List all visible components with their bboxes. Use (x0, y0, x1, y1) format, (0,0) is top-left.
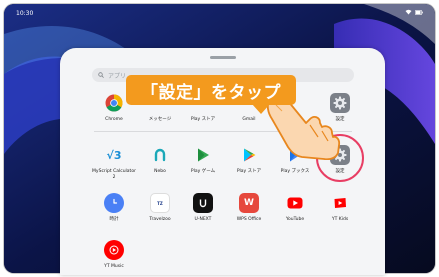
youtube-icon (285, 193, 305, 213)
app-youtube[interactable]: YouTube (272, 193, 318, 223)
app-label: メッセージ (148, 117, 172, 122)
app-yt-kids[interactable]: YT Kids (317, 193, 363, 223)
app-label: YT Music (104, 264, 124, 269)
status-bar: 10:30 (4, 4, 435, 22)
app-play-games[interactable]: Play ゲーム (180, 145, 226, 175)
app-unext[interactable]: U-NEXT (180, 193, 226, 223)
app-label: Play ゲーム (190, 169, 216, 174)
chrome-icon (104, 93, 124, 113)
wifi-icon (405, 9, 412, 15)
app-label: WPS Office (236, 217, 262, 222)
wps-office-icon: W (239, 193, 259, 213)
status-time: 10:30 (16, 10, 34, 17)
drawer-handle[interactable] (210, 56, 236, 59)
play-games-icon (193, 145, 213, 165)
app-myscript-calculator[interactable]: √3 MyScript Calculator 2 (91, 145, 137, 180)
search-icon (98, 72, 104, 78)
app-label: Nebo (154, 169, 166, 174)
app-label: YouTube (285, 217, 305, 222)
instruction-callout: 「設定」をタップ (126, 75, 296, 105)
app-label: Play ストア (236, 169, 262, 174)
yt-kids-icon (330, 193, 350, 213)
app-wps-office[interactable]: W WPS Office (226, 193, 272, 223)
app-label: Travelzoo (149, 217, 171, 222)
myscript-calculator-icon: √3 (106, 148, 122, 162)
app-label: Play ブックス (280, 169, 310, 174)
app-label: Chrome (105, 117, 123, 122)
app-label: 時計 (109, 217, 119, 222)
nebo-icon (150, 145, 170, 165)
play-store-icon (239, 145, 259, 165)
yt-music-icon (104, 240, 124, 260)
travelzoo-icon: TZ (150, 193, 170, 213)
app-label: Play ストア (190, 117, 216, 122)
app-label: MyScript Calculator 2 (92, 169, 136, 180)
app-label: U-NEXT (194, 217, 212, 222)
callout-tail (252, 104, 270, 114)
app-nebo[interactable]: Nebo (137, 145, 183, 175)
status-icons (405, 9, 423, 15)
search-placeholder: アプリ (108, 72, 127, 80)
unext-icon (193, 193, 213, 213)
app-clock[interactable]: 時計 (91, 193, 137, 223)
app-travelzoo[interactable]: TZ Travelzoo (137, 193, 183, 223)
app-label: YT Kids (331, 217, 349, 222)
clock-icon (104, 193, 124, 213)
app-yt-music[interactable]: YT Music (91, 240, 137, 270)
battery-icon (415, 9, 423, 15)
